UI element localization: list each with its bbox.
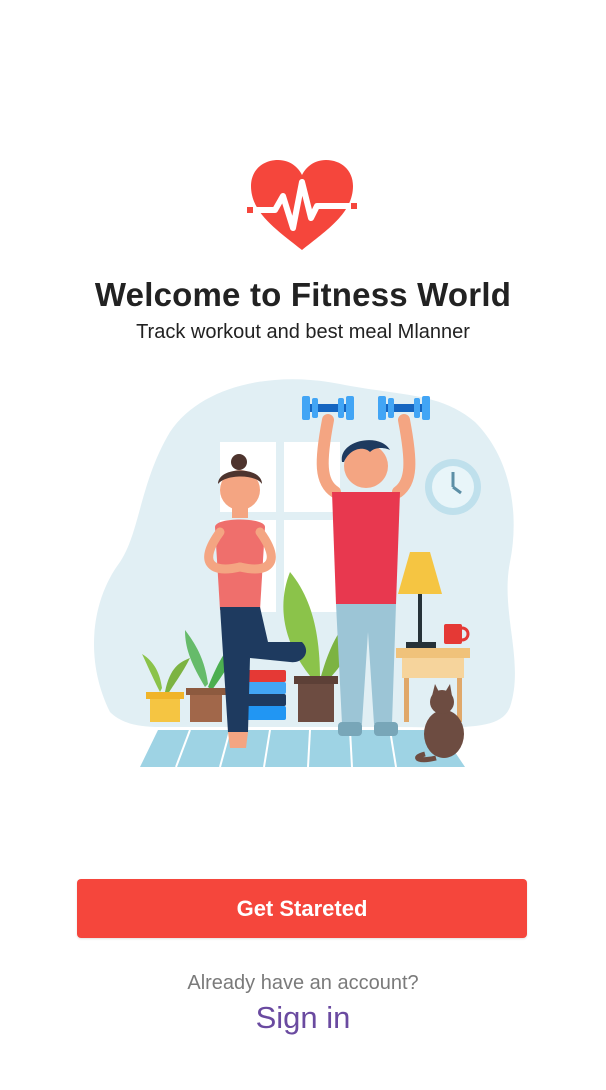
welcome-screen: Welcome to Fitness World Track workout a… <box>0 0 606 1090</box>
page-subtitle: Track workout and best meal Mlanner <box>136 321 470 343</box>
get-started-button[interactable]: Get Stareted <box>77 879 527 938</box>
home-workout-illustration <box>93 379 515 768</box>
sign-in-link[interactable]: Sign in <box>0 1000 606 1036</box>
heart-pulse-icon <box>247 160 357 250</box>
yoga-mat <box>140 729 465 768</box>
account-prompt: Already have an account? <box>187 972 419 994</box>
page-title: Welcome to Fitness World <box>94 276 512 313</box>
clock-icon <box>425 459 481 515</box>
